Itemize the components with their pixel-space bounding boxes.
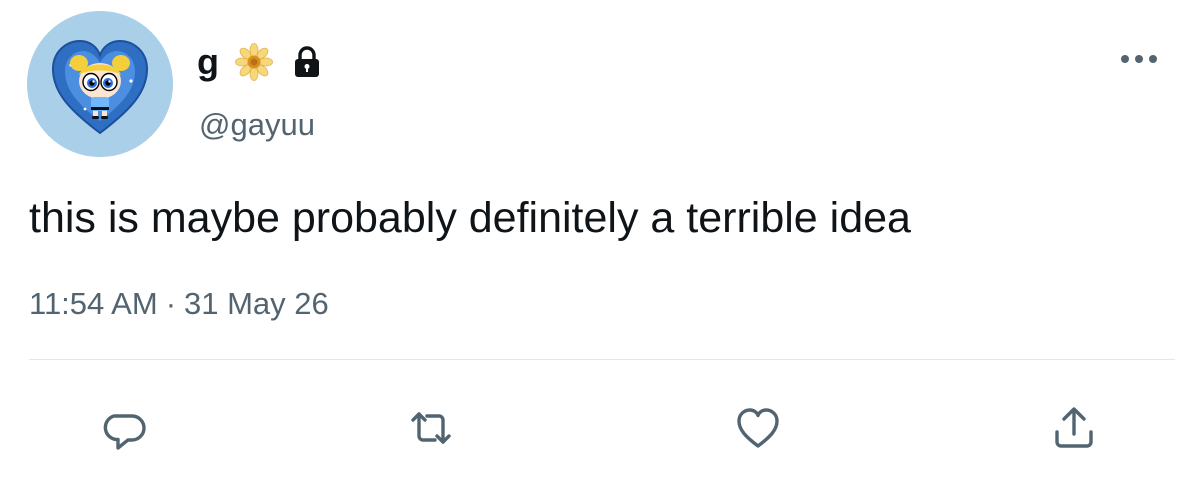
retweet-icon: [411, 412, 451, 444]
user-handle[interactable]: @gayuu: [199, 103, 315, 147]
reply-icon: [103, 414, 146, 450]
lock-icon: [290, 45, 324, 79]
like-button[interactable]: [730, 400, 786, 456]
meta-separator: ·: [165, 286, 177, 321]
share-button[interactable]: [1046, 400, 1102, 456]
more-options-button[interactable]: [1112, 44, 1166, 74]
more-icon: [1121, 55, 1157, 63]
tweet-meta: 11:54 AM · 31 May 26: [29, 281, 329, 327]
share-icon: [1055, 407, 1093, 448]
like-icon: [737, 408, 779, 448]
display-name[interactable]: g: [197, 34, 219, 90]
bubbles-avatar-image: [27, 11, 173, 157]
retweet-button[interactable]: [403, 400, 459, 456]
user-name-row: g: [197, 34, 324, 90]
avatar[interactable]: [27, 11, 173, 157]
tweet-card: g @gayuu this is maybe probably definite…: [0, 0, 1200, 490]
tweet-date[interactable]: 31 May 26: [184, 286, 329, 321]
flower-icon: [235, 43, 273, 81]
divider: [29, 359, 1175, 360]
tweet-text: this is maybe probably definitely a terr…: [29, 194, 911, 242]
reply-button[interactable]: [96, 400, 152, 456]
tweet-time[interactable]: 11:54 AM: [29, 286, 158, 321]
